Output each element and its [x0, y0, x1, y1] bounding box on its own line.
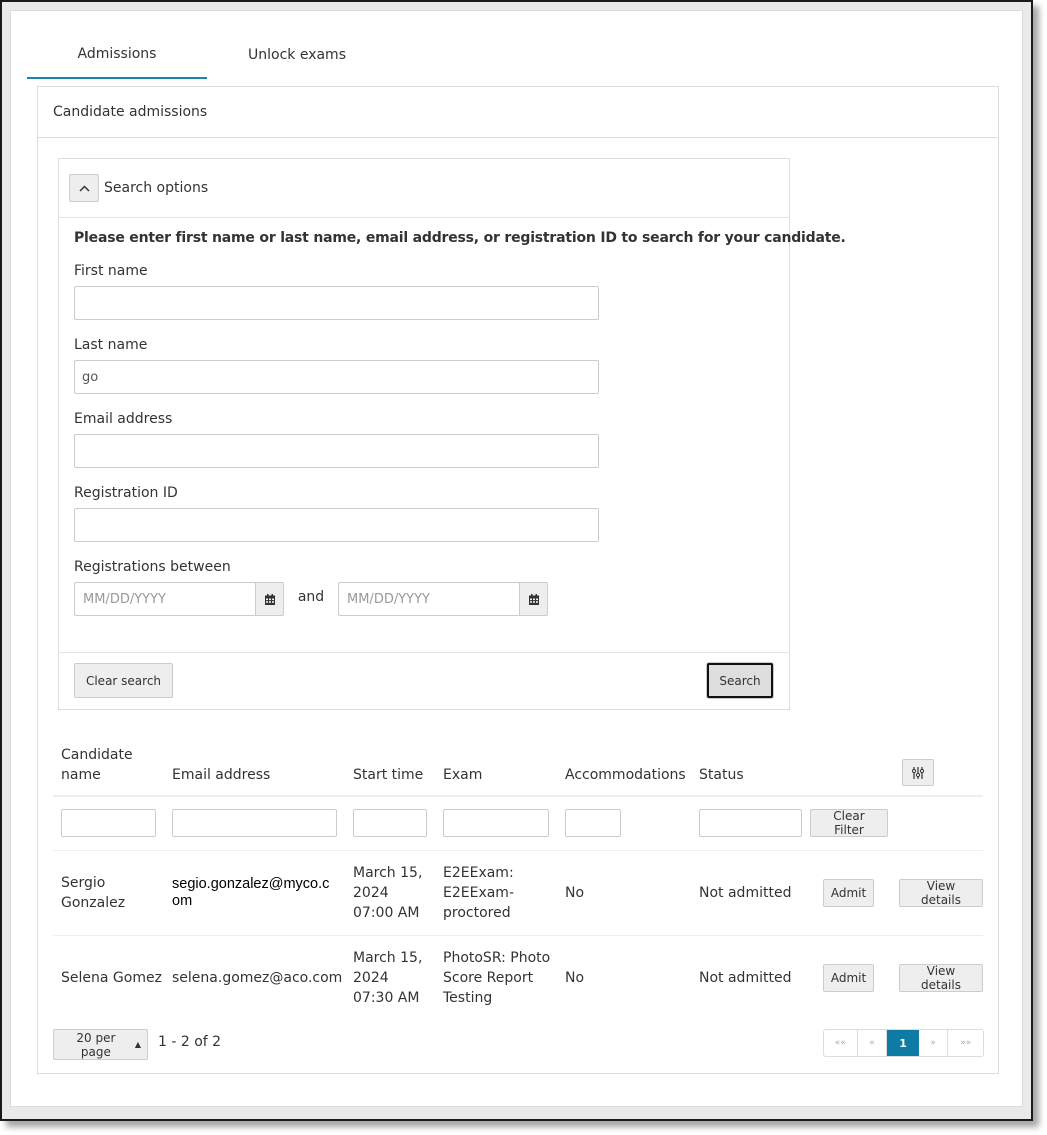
panel-title: Candidate admissions: [38, 87, 998, 138]
tab-admissions[interactable]: Admissions: [27, 31, 207, 79]
tab-bar: Admissions Unlock exams: [27, 31, 387, 79]
clear-filter-button[interactable]: Clear Filter: [810, 809, 888, 837]
filter-row: Clear Filter: [53, 797, 983, 851]
column-header-email[interactable]: Email address: [172, 765, 270, 785]
first-page-button[interactable]: ««: [824, 1030, 858, 1056]
table-row: Selena Gomez selena.gomez@aco.com March …: [53, 936, 983, 1021]
pagination: «« « 1 » »»: [823, 1029, 984, 1057]
admissions-table: Candidate name Email address Start time …: [53, 747, 983, 1021]
view-details-button[interactable]: View details: [899, 964, 983, 992]
candidate-admissions-panel: Candidate admissions Search options Plea…: [37, 86, 999, 1074]
prev-page-button[interactable]: «: [858, 1030, 888, 1056]
date-range-joiner: and: [297, 589, 325, 605]
caret-up-icon: ▲: [134, 1040, 141, 1049]
per-page-label: 20 per page: [76, 1030, 116, 1059]
column-header-start-time[interactable]: Start time: [353, 765, 423, 785]
screenshot-frame: Admissions Unlock exams Candidate admiss…: [0, 0, 1033, 1121]
date-from-input[interactable]: [74, 582, 255, 616]
registrations-between-label: Registrations between: [74, 559, 231, 575]
chevron-up-icon: [78, 184, 90, 192]
search-options-title: Search options: [104, 180, 209, 196]
admit-button[interactable]: Admit: [823, 879, 874, 907]
date-to-input[interactable]: [338, 582, 519, 616]
sliders-icon: [912, 766, 924, 779]
date-range-row: and: [74, 582, 774, 616]
search-form: Please enter first name or last name, em…: [59, 218, 846, 653]
cell-exam: E2EExam: E2EExam-proctored: [443, 865, 514, 921]
cell-accommodations: No: [565, 885, 585, 901]
date-from-calendar-button[interactable]: [255, 582, 284, 616]
admit-button[interactable]: Admit: [823, 964, 874, 992]
search-hint: Please enter first name or last name, em…: [74, 230, 846, 246]
calendar-icon: [528, 593, 539, 605]
last-name-input[interactable]: [74, 360, 599, 394]
cell-accommodations: No: [565, 970, 585, 986]
result-range: 1 - 2 of 2: [158, 1034, 222, 1050]
column-header-status[interactable]: Status: [699, 765, 744, 785]
filter-exam[interactable]: [443, 809, 549, 837]
cell-start-time: March 15, 2024 07:30 AM: [353, 950, 423, 1006]
cell-status: Not admitted: [699, 885, 792, 901]
search-options-header: Search options: [59, 159, 789, 218]
cell-start-time: March 15, 2024 07:00 AM: [353, 865, 423, 921]
last-page-button[interactable]: »»: [948, 1030, 983, 1056]
collapse-search-button[interactable]: [69, 174, 99, 202]
search-options-box: Search options Please enter first name o…: [58, 158, 846, 710]
page-1-button[interactable]: 1: [887, 1030, 919, 1056]
date-to-calendar-button[interactable]: [519, 582, 548, 616]
column-header-accommodations[interactable]: Accommodations: [565, 765, 686, 785]
view-details-button[interactable]: View details: [899, 879, 983, 907]
email-input[interactable]: [74, 434, 599, 468]
search-footer: Clear search Search: [59, 652, 789, 709]
filter-status[interactable]: [699, 809, 802, 837]
column-settings-button[interactable]: [902, 759, 934, 786]
column-header-candidate-name[interactable]: Candidate name: [61, 745, 141, 785]
email-label: Email address: [74, 411, 173, 427]
cell-status: Not admitted: [699, 970, 792, 986]
table-row: Sergio Gonzalez segio.gonzalez@myco.com …: [53, 851, 983, 936]
cell-candidate-name: Selena Gomez: [61, 970, 162, 986]
cell-candidate-name: Sergio Gonzalez: [61, 875, 126, 911]
next-page-button[interactable]: »: [919, 1030, 949, 1056]
first-name-input[interactable]: [74, 286, 599, 320]
clear-search-button[interactable]: Clear search: [74, 663, 173, 698]
last-name-label: Last name: [74, 337, 148, 353]
calendar-icon: [264, 593, 275, 605]
table-header: Candidate name Email address Start time …: [53, 747, 983, 797]
filter-candidate-name[interactable]: [61, 809, 156, 837]
first-name-label: First name: [74, 263, 148, 279]
filter-accommodations[interactable]: [565, 809, 621, 837]
cell-exam: PhotoSR: Photo Score Report Testing: [443, 950, 551, 1006]
column-header-exam[interactable]: Exam: [443, 765, 482, 785]
registration-id-input[interactable]: [74, 508, 599, 542]
filter-start-time[interactable]: [353, 809, 427, 837]
page: Admissions Unlock exams Candidate admiss…: [10, 10, 1023, 1107]
registration-id-label: Registration ID: [74, 485, 178, 501]
search-button[interactable]: Search: [707, 663, 773, 698]
cell-email: segio.gonzalez@myco.com: [172, 876, 330, 909]
cell-email: selena.gomez@aco.com: [172, 970, 343, 986]
per-page-dropdown[interactable]: 20 per page ▲: [53, 1029, 148, 1060]
tab-unlock-exams[interactable]: Unlock exams: [207, 31, 387, 79]
filter-email[interactable]: [172, 809, 337, 837]
